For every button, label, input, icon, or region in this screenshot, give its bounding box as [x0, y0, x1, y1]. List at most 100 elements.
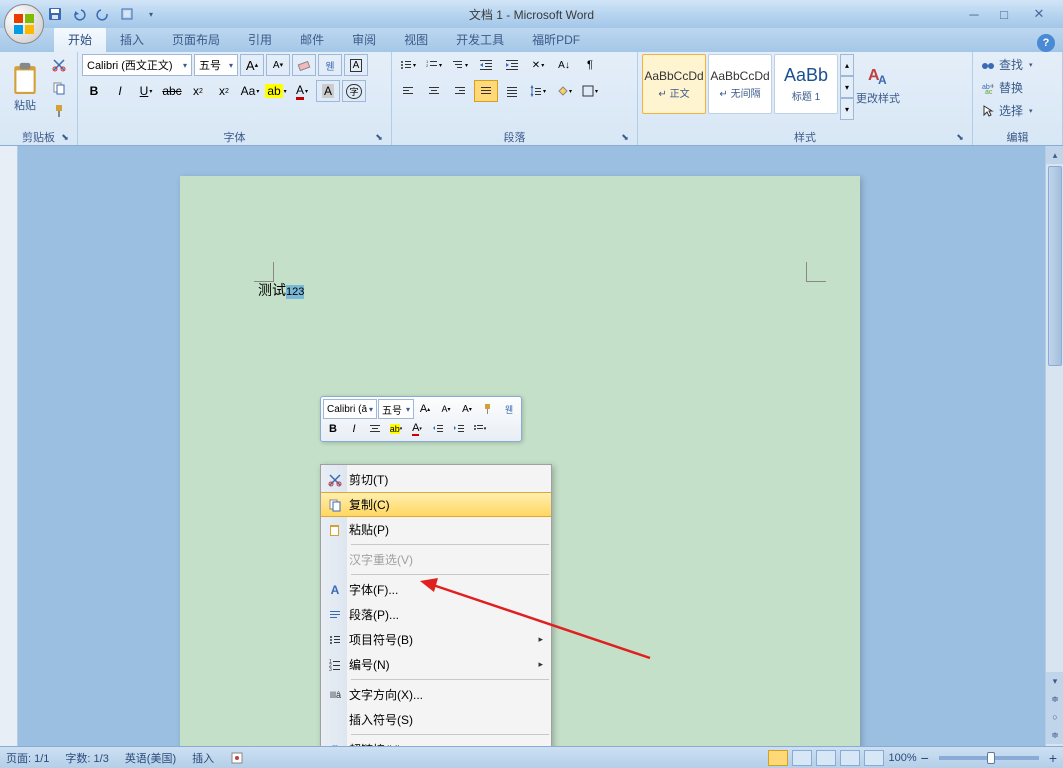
phonetic-guide-button[interactable]: 웬 [318, 54, 342, 76]
gallery-up-button[interactable]: ▴ [840, 54, 854, 76]
status-mode[interactable]: 插入 [192, 750, 214, 766]
mini-center[interactable] [365, 419, 385, 439]
increase-indent-button[interactable] [500, 54, 524, 76]
scroll-thumb[interactable] [1048, 166, 1062, 366]
copy-button[interactable] [48, 77, 70, 99]
gallery-down-button[interactable]: ▾ [840, 76, 854, 98]
tab-developer[interactable]: 开发工具 [442, 27, 518, 52]
styles-launcher[interactable]: ⬊ [954, 132, 966, 144]
cm-insert-symbol[interactable]: 插入符号(S) [321, 707, 551, 732]
sort-button[interactable]: A↓ [552, 54, 576, 76]
show-marks-button[interactable]: ¶ [578, 54, 602, 76]
mini-grow-font[interactable]: A▴ [415, 399, 435, 419]
view-full-screen[interactable] [792, 750, 812, 766]
cm-numbering[interactable]: 123编号(N)▸ [321, 652, 551, 677]
cm-paste[interactable]: 粘贴(P) [321, 517, 551, 542]
redo-button[interactable] [92, 3, 114, 25]
asian-layout-button[interactable]: ✕ [526, 54, 550, 76]
grow-font-button[interactable]: A▴ [240, 54, 264, 76]
char-shading-button[interactable]: A [316, 80, 340, 102]
mini-indent[interactable] [449, 419, 469, 439]
view-web-layout[interactable] [816, 750, 836, 766]
scroll-down-button[interactable]: ▾ [1046, 672, 1063, 690]
paste-button[interactable]: 粘贴 [4, 54, 46, 120]
close-button[interactable]: ✕ [1019, 5, 1059, 23]
select-button[interactable]: 选择▾ [977, 100, 1037, 121]
align-right-button[interactable] [448, 80, 472, 102]
print-preview-button[interactable] [116, 3, 138, 25]
cm-font[interactable]: A字体(F)... [321, 577, 551, 602]
bold-button[interactable]: B [82, 80, 106, 102]
browse-object-button[interactable]: ○ [1046, 708, 1063, 726]
font-color-button[interactable]: A [290, 80, 314, 102]
style-heading1[interactable]: AaBb标题 1 [774, 54, 838, 114]
mini-highlight[interactable]: ab▾ [386, 419, 406, 439]
view-print-layout[interactable] [768, 750, 788, 766]
enclose-char-button[interactable]: 字 [342, 80, 366, 102]
align-justify-button[interactable] [474, 80, 498, 102]
superscript-button[interactable]: x2 [212, 80, 236, 102]
zoom-in[interactable]: + [1049, 750, 1057, 766]
zoom-slider[interactable] [939, 756, 1039, 760]
align-left-button[interactable] [396, 80, 420, 102]
mini-size-combo[interactable]: 五号▾ [378, 399, 414, 419]
highlight-button[interactable]: ab [264, 80, 288, 102]
zoom-out[interactable]: − [921, 750, 929, 766]
mini-phonetic[interactable]: 웬 [499, 399, 519, 419]
document-text[interactable]: 测试123 [258, 280, 304, 300]
view-outline[interactable] [840, 750, 860, 766]
line-spacing-button[interactable] [526, 80, 550, 102]
status-words[interactable]: 字数: 1/3 [65, 750, 108, 766]
cm-paragraph[interactable]: 段落(P)... [321, 602, 551, 627]
multilevel-list-button[interactable] [448, 54, 472, 76]
zoom-level[interactable]: 100% [888, 752, 916, 764]
strikethrough-button[interactable]: abc [160, 80, 184, 102]
shading-button[interactable] [552, 80, 576, 102]
tab-page-layout[interactable]: 页面布局 [158, 27, 234, 52]
scroll-up-button[interactable]: ▴ [1046, 146, 1063, 164]
mini-font-combo[interactable]: Calibri (ā▾ [323, 399, 377, 419]
vertical-scrollbar[interactable]: ▴ ▾ ≑ ○ ≑ [1045, 146, 1063, 746]
decrease-indent-button[interactable] [474, 54, 498, 76]
mini-bullets[interactable]: ▾ [470, 419, 490, 439]
subscript-button[interactable]: x2 [186, 80, 210, 102]
tab-foxit[interactable]: 福昕PDF [518, 27, 594, 52]
borders-button[interactable] [578, 80, 602, 102]
change-case-button[interactable]: Aa [238, 80, 262, 102]
undo-button[interactable] [68, 3, 90, 25]
align-center-button[interactable] [422, 80, 446, 102]
minimize-button[interactable]: ─ [959, 5, 989, 23]
underline-button[interactable]: U [134, 80, 158, 102]
help-icon[interactable]: ? [1037, 34, 1055, 52]
cm-hyperlink[interactable]: 超链接(H)... [321, 737, 551, 746]
status-language[interactable]: 英语(美国) [125, 750, 176, 766]
save-button[interactable] [44, 3, 66, 25]
view-draft[interactable] [864, 750, 884, 766]
style-nospacing[interactable]: AaBbCcDd↵ 无间隔 [708, 54, 772, 114]
mini-bold[interactable]: B [323, 419, 343, 439]
mini-font-color[interactable]: A▾ [407, 419, 427, 439]
tab-view[interactable]: 视图 [390, 27, 442, 52]
prev-page-button[interactable]: ≑ [1046, 690, 1063, 708]
mini-outdent[interactable] [428, 419, 448, 439]
tab-references[interactable]: 引用 [234, 27, 286, 52]
char-border-button[interactable]: A [344, 54, 368, 76]
find-button[interactable]: 查找▾ [977, 54, 1037, 75]
status-macro[interactable] [230, 751, 244, 765]
font-name-combo[interactable]: Calibri (西文正文)▾ [82, 54, 192, 76]
paragraph-launcher[interactable]: ⬊ [619, 132, 631, 144]
distributed-button[interactable] [500, 80, 524, 102]
shrink-font-button[interactable]: A▾ [266, 54, 290, 76]
next-page-button[interactable]: ≑ [1046, 726, 1063, 744]
office-button[interactable] [4, 4, 44, 44]
mini-italic[interactable]: I [344, 419, 364, 439]
bullets-button[interactable] [396, 54, 420, 76]
maximize-button[interactable]: □ [989, 5, 1019, 23]
numbering-button[interactable]: 12 [422, 54, 446, 76]
status-page[interactable]: 页面: 1/1 [6, 750, 49, 766]
cm-copy[interactable]: 复制(C) [321, 492, 551, 517]
cm-cut[interactable]: 剪切(T) [321, 467, 551, 492]
tab-review[interactable]: 审阅 [338, 27, 390, 52]
clipboard-launcher[interactable]: ⬊ [59, 132, 71, 144]
mini-change-case[interactable]: A▾ [457, 399, 477, 419]
